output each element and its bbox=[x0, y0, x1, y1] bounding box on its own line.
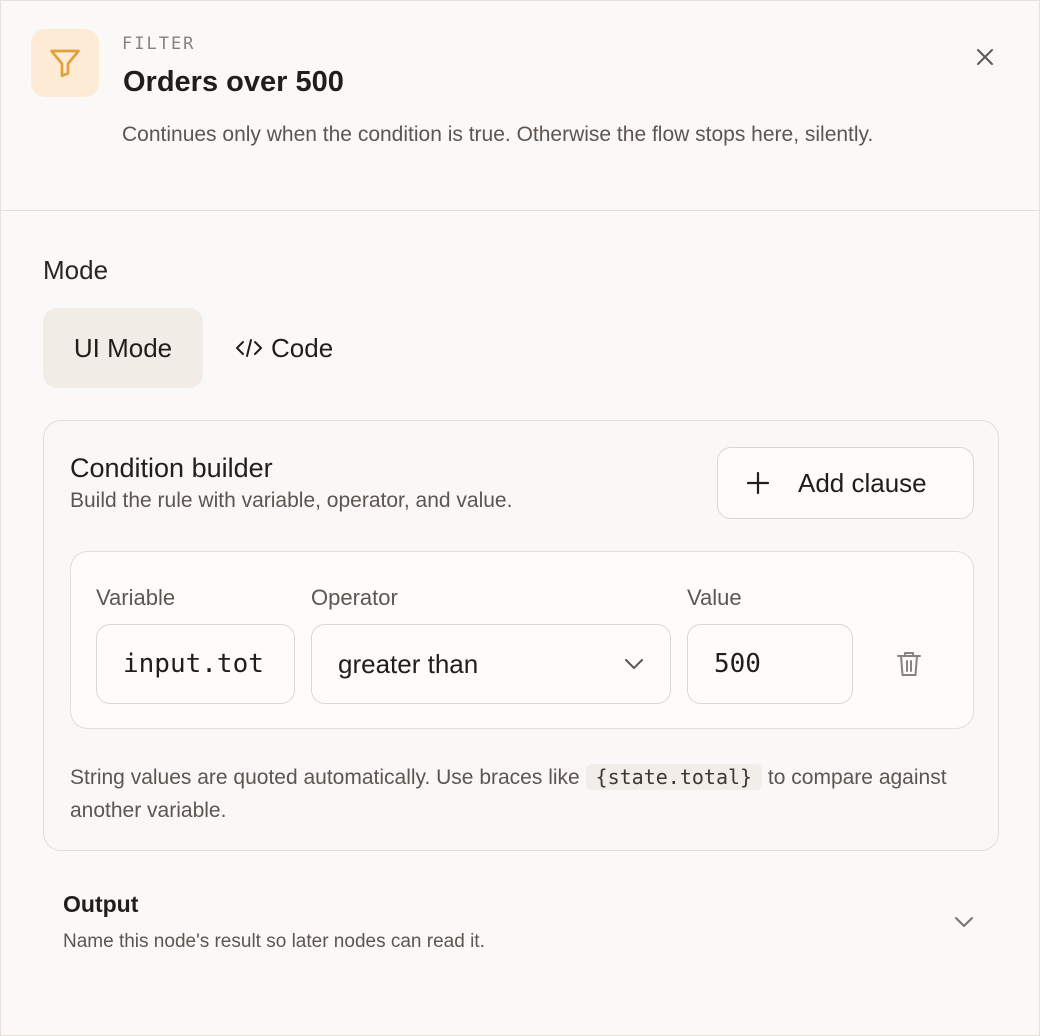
chevron-down-icon bbox=[625, 659, 643, 669]
tab-code[interactable]: Code bbox=[221, 308, 371, 388]
filter-node-panel: FILTER Orders over 500 Continues only wh… bbox=[0, 0, 1040, 1036]
tab-code-label: Code bbox=[271, 332, 334, 363]
operator-value: greater than bbox=[338, 648, 479, 679]
variable-input[interactable] bbox=[97, 649, 294, 679]
hint-code-example: {state.total} bbox=[585, 764, 763, 790]
node-type-badge bbox=[31, 29, 99, 97]
panel-header: FILTER Orders over 500 Continues only wh… bbox=[1, 1, 1039, 211]
condition-builder-title: Condition builder bbox=[70, 453, 273, 483]
close-button[interactable] bbox=[967, 39, 1003, 75]
add-clause-label: Add clause bbox=[798, 467, 927, 498]
output-section-subtitle: Name this node's result so later nodes c… bbox=[63, 931, 485, 952]
condition-builder: Condition builder Build the rule with va… bbox=[43, 420, 999, 851]
tab-ui-mode[interactable]: UI Mode bbox=[43, 308, 203, 388]
node-title[interactable]: Orders over 500 bbox=[123, 66, 344, 99]
condition-hint: String values are quoted automatically. … bbox=[70, 761, 970, 827]
condition-builder-subtitle: Build the rule with variable, operator, … bbox=[70, 489, 513, 512]
filter-icon bbox=[50, 49, 80, 78]
close-icon bbox=[977, 49, 993, 65]
output-expand-button[interactable] bbox=[951, 909, 977, 935]
value-label: Value bbox=[687, 585, 742, 610]
add-clause-button[interactable]: Add clause bbox=[717, 447, 974, 519]
plus-icon bbox=[746, 471, 770, 495]
condition-clause: Variable Operator greater than Value bbox=[70, 551, 974, 729]
node-description: Continues only when the condition is tru… bbox=[122, 123, 874, 146]
value-input[interactable] bbox=[688, 649, 852, 679]
operator-select[interactable]: greater than bbox=[311, 624, 671, 704]
operator-label: Operator bbox=[311, 585, 398, 610]
chevron-down-icon bbox=[955, 917, 973, 927]
value-field[interactable] bbox=[687, 624, 853, 704]
code-icon bbox=[236, 339, 262, 357]
delete-clause-button[interactable] bbox=[893, 648, 925, 680]
variable-field[interactable] bbox=[96, 624, 295, 704]
tab-ui-mode-label: UI Mode bbox=[73, 332, 173, 363]
trash-icon bbox=[897, 652, 921, 676]
hint-text-before: String values are quoted automatically. … bbox=[70, 766, 586, 789]
output-section-title[interactable]: Output bbox=[63, 891, 138, 918]
variable-label: Variable bbox=[96, 585, 176, 610]
mode-section-label: Mode bbox=[43, 255, 109, 285]
node-type-label: FILTER bbox=[122, 34, 196, 54]
